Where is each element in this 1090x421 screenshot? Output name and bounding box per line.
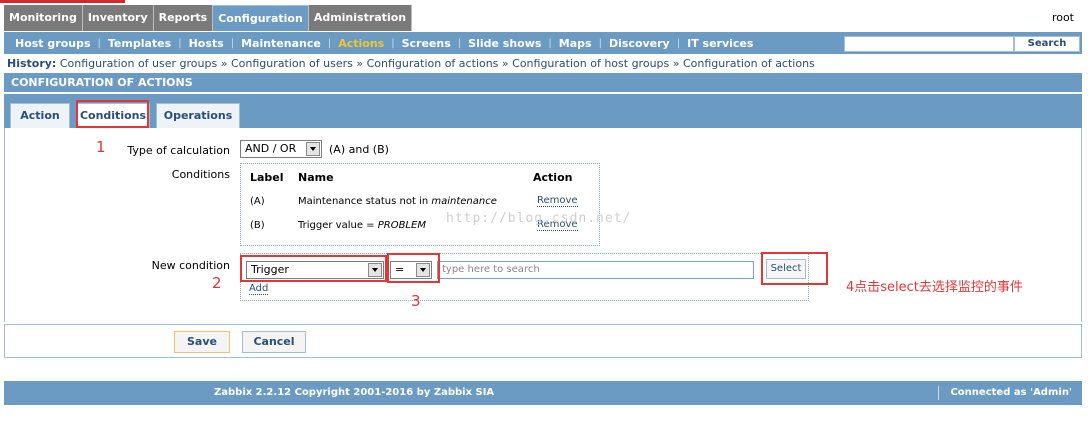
footer-connected-as: Connected as 'Admin'	[950, 387, 1072, 398]
history-link[interactable]: Configuration of actions	[367, 57, 499, 70]
calculation-formula: (A) and (B)	[329, 143, 389, 156]
remove-condition-a-link[interactable]: Remove	[537, 195, 578, 207]
history-separator: »	[356, 57, 364, 70]
annotation-note: 4点击select去选择监控的事件	[846, 280, 1023, 295]
annotation-box-conditions-tab	[76, 100, 149, 128]
chevron-down-icon	[306, 142, 320, 156]
tab-action[interactable]: Action	[10, 103, 70, 128]
history-link[interactable]: Configuration of actions	[683, 57, 815, 70]
submenu-discovery[interactable]: Discovery	[602, 37, 677, 50]
submenu-host-groups[interactable]: Host groups	[8, 37, 98, 50]
condition-name-b: Trigger value = PROBLEM	[298, 220, 426, 231]
conditions-label: Conditions	[171, 168, 230, 181]
annotation-number-3: 3	[411, 292, 421, 310]
submenu-templates[interactable]: Templates	[101, 37, 178, 50]
submenu-actions[interactable]: Actions	[331, 37, 391, 50]
trigger-search-input[interactable]: type here to search	[437, 261, 754, 279]
submenu-hosts[interactable]: Hosts	[182, 37, 231, 50]
cancel-button[interactable]: Cancel	[242, 331, 306, 353]
main-menu: Monitoring Inventory Reports Configurati…	[4, 5, 413, 31]
new-condition-label: New condition	[151, 259, 230, 272]
current-user: root	[1051, 11, 1074, 24]
annotation-box-operator	[387, 253, 440, 283]
annotation-box-select-button	[761, 252, 828, 285]
form-buttons-area	[4, 324, 1082, 358]
history-separator: »	[672, 57, 680, 70]
condition-name-a: Maintenance status not in maintenance	[298, 196, 497, 207]
type-of-calculation-label: Type of calculation	[127, 144, 230, 157]
column-header-name: Name	[298, 171, 334, 184]
tabs-band: Action Conditions Operations	[4, 94, 1082, 128]
top-bar: Monitoring Inventory Reports Configurati…	[0, 0, 1090, 32]
red-mark	[0, 0, 125, 3]
history-link[interactable]: Configuration of host groups	[512, 57, 669, 70]
submenu-screens[interactable]: Screens	[395, 37, 458, 50]
submenu-it-services[interactable]: IT services	[680, 37, 760, 50]
annotation-box-condition-type	[240, 255, 387, 282]
history-link[interactable]: Configuration of user groups	[60, 57, 217, 70]
footer: Zabbix 2.2.12 Copyright 2001-2016 by Zab…	[4, 381, 1082, 405]
calculation-type-value: AND / OR	[245, 142, 297, 155]
submenu-maps[interactable]: Maps	[552, 37, 599, 50]
menu-reports[interactable]: Reports	[153, 5, 214, 31]
conditions-table: Label Name Action (A) Maintenance status…	[240, 163, 600, 246]
menu-configuration[interactable]: Configuration	[213, 5, 309, 31]
calculation-type-select[interactable]: AND / OR	[240, 140, 322, 158]
annotation-number-1: 1	[96, 138, 106, 156]
history-link[interactable]: Configuration of users	[231, 57, 353, 70]
watermark: http://blog.csdn.net/	[446, 211, 632, 226]
history-breadcrumb: History: Configuration of user groups » …	[7, 57, 815, 70]
annotation-number-2: 2	[212, 274, 222, 292]
submenu-slide-shows[interactable]: Slide shows	[461, 37, 548, 50]
menu-monitoring[interactable]: Monitoring	[4, 5, 83, 31]
sub-menu: Host groups | Templates | Hosts | Maintenan…	[4, 32, 1082, 54]
footer-copyright: Zabbix 2.2.12 Copyright 2001-2016 by Zab…	[214, 387, 495, 398]
menu-administration[interactable]: Administration	[308, 5, 413, 31]
column-header-action: Action	[533, 171, 573, 184]
condition-label-b: (B)	[250, 220, 265, 231]
add-condition-link[interactable]: Add	[249, 283, 269, 295]
column-header-label: Label	[250, 171, 284, 184]
history-separator: »	[501, 57, 509, 70]
section-title: CONFIGURATION OF ACTIONS	[4, 73, 1082, 93]
history-label: History:	[7, 57, 57, 70]
condition-label-a: (A)	[250, 196, 265, 207]
global-search-button[interactable]: Search	[1014, 36, 1080, 52]
footer-separator	[938, 386, 939, 400]
history-separator: »	[220, 57, 228, 70]
submenu-maintenance[interactable]: Maintenance	[234, 37, 328, 50]
save-button[interactable]: Save	[174, 331, 230, 353]
tab-operations[interactable]: Operations	[156, 103, 240, 128]
menu-inventory[interactable]: Inventory	[82, 5, 154, 31]
global-search-input[interactable]	[844, 36, 1014, 52]
